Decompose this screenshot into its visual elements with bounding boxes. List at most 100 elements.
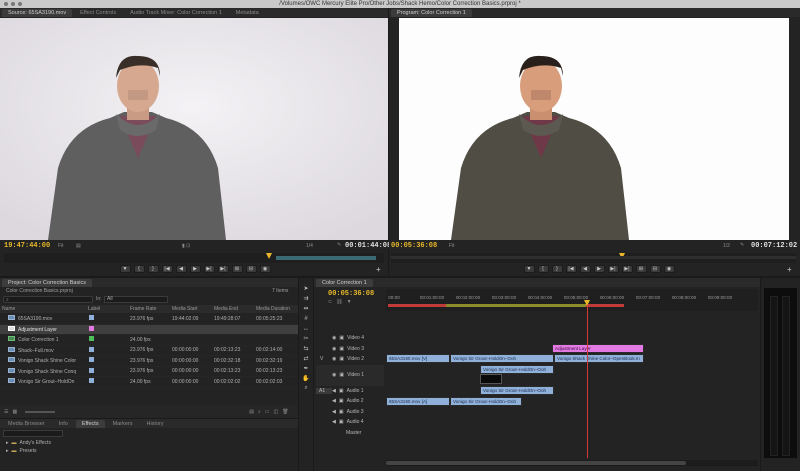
- project-row-2[interactable]: Color Correction 1 24.00 fps: [0, 335, 298, 346]
- col-frame-rate[interactable]: Frame Rate: [128, 306, 170, 312]
- tab-sequence[interactable]: Color Correction 1: [316, 278, 373, 287]
- slip-icon[interactable]: ⇆: [302, 344, 311, 353]
- tab-program[interactable]: Program: Color Correction 1: [391, 8, 472, 17]
- clip-audio[interactable]: 65SA3190.mov [A]: [386, 397, 450, 406]
- label-swatch[interactable]: [89, 315, 94, 321]
- lock-icon[interactable]: ▣: [339, 346, 344, 352]
- clip-audio[interactable]: Vonigo Sir Grout–HoldOn–Ooh: [450, 397, 522, 406]
- slide-icon[interactable]: ⇄: [302, 354, 311, 363]
- label-swatch[interactable]: [89, 378, 94, 384]
- timeline-tracks-area[interactable]: Adjustment Layer 65SA3190.mov [V] Vonigo…: [386, 333, 758, 458]
- pen-icon[interactable]: ✒: [302, 364, 311, 373]
- new-item-icon[interactable]: ◫: [274, 409, 279, 415]
- source-playhead[interactable]: [266, 253, 272, 259]
- insert-icon[interactable]: ⊞: [231, 265, 243, 273]
- timeline-timecode[interactable]: 00:05:36:08: [328, 290, 374, 298]
- find-icon[interactable]: ⌕: [258, 409, 261, 415]
- project-row-0[interactable]: 65SA3190.mov 23.976 fps 19:44:02:09 19:4…: [0, 314, 298, 325]
- tab-project[interactable]: Project: Color Correction Basics: [2, 278, 92, 287]
- lock-icon[interactable]: ▣: [339, 372, 344, 378]
- lock-icon[interactable]: ▣: [339, 388, 344, 394]
- source-scrubber[interactable]: [4, 253, 384, 263]
- source-wrench-icon[interactable]: ✎: [337, 242, 341, 248]
- go-to-in-icon[interactable]: |◀: [565, 265, 577, 273]
- track-header-video2[interactable]: V ◉ ▣ Video 2: [316, 354, 384, 365]
- export-frame-icon[interactable]: ◉: [663, 265, 675, 273]
- hand-icon[interactable]: ✋: [302, 374, 311, 383]
- in-point-icon[interactable]: {: [133, 265, 145, 273]
- track-header-audio3[interactable]: ◀ ▣ Audio 3: [316, 407, 384, 418]
- project-row-3[interactable]: Shack–Full.mov 23.976 fps 00:00:00:00 00…: [0, 346, 298, 356]
- project-row-5[interactable]: Vonigo Shack Shine Conq 23.976 fps 00:00…: [0, 367, 298, 377]
- program-scrubber[interactable]: [391, 253, 796, 263]
- col-label[interactable]: Label: [86, 306, 128, 312]
- track-header-video4[interactable]: ◉ ▣ Video 4: [316, 333, 384, 344]
- program-video-frame[interactable]: [399, 18, 789, 240]
- tab-effects[interactable]: Effects: [75, 419, 105, 428]
- delete-icon[interactable]: 🗑: [282, 409, 288, 415]
- lock-icon[interactable]: ▣: [339, 335, 344, 341]
- label-swatch[interactable]: [89, 346, 94, 352]
- new-bin-icon[interactable]: ▭: [265, 409, 270, 415]
- ripple-edit-icon[interactable]: ⇹: [302, 304, 311, 313]
- label-swatch[interactable]: [89, 357, 94, 363]
- program-resolution[interactable]: 1/2: [723, 243, 730, 249]
- label-swatch[interactable]: [89, 367, 94, 373]
- effects-folder[interactable]: ▸ ▬ Andy's Effects: [0, 439, 298, 447]
- program-add-button-icon[interactable]: +: [787, 265, 792, 274]
- out-point-icon[interactable]: }: [147, 265, 159, 273]
- extract-icon[interactable]: ⊟: [649, 265, 661, 273]
- step-forward-icon[interactable]: ▶|: [607, 265, 619, 273]
- source-resolution[interactable]: 1/4: [306, 243, 313, 249]
- clip-video[interactable]: Vonigo Shack Shine Color–OpenBook.m: [554, 354, 644, 363]
- clip-adjustment-layer[interactable]: Adjustment Layer: [552, 344, 644, 353]
- speaker-icon[interactable]: ◀: [332, 409, 336, 415]
- lock-icon[interactable]: ▣: [339, 419, 344, 425]
- play-icon[interactable]: ▶: [189, 265, 201, 273]
- program-timecode[interactable]: 00:05:36:08: [391, 242, 437, 250]
- selection-icon[interactable]: ➤: [302, 284, 311, 293]
- eye-icon[interactable]: ◉: [332, 372, 336, 378]
- col-name[interactable]: Name: [0, 306, 86, 312]
- project-filter-select[interactable]: All: [104, 296, 168, 303]
- timeline-scrollbar[interactable]: [386, 460, 758, 466]
- track-select-icon[interactable]: ⇉: [302, 294, 311, 303]
- tab-effect-controls[interactable]: Effect Controls: [74, 9, 122, 17]
- speaker-icon[interactable]: ◀: [332, 388, 336, 394]
- col-media-start[interactable]: Media Start: [170, 306, 212, 312]
- source-video-frame[interactable]: [0, 18, 388, 240]
- lock-icon[interactable]: ▣: [339, 409, 344, 415]
- window-controls[interactable]: [4, 2, 22, 6]
- out-point-icon[interactable]: }: [551, 265, 563, 273]
- clip-video[interactable]: 65SA3190.mov [V]: [386, 354, 450, 363]
- track-target-tag[interactable]: V: [316, 356, 332, 362]
- track-header-master[interactable]: Master: [316, 428, 384, 439]
- lift-icon[interactable]: ⊞: [635, 265, 647, 273]
- project-search-input[interactable]: ⌕: [3, 296, 93, 303]
- eye-icon[interactable]: ◉: [332, 346, 336, 352]
- export-frame-icon[interactable]: ◉: [259, 265, 271, 273]
- clip-video[interactable]: Vonigo Sir Grout–HoldOn–Ooh: [450, 354, 554, 363]
- clip-thumbnail[interactable]: [480, 374, 502, 384]
- go-to-out-icon[interactable]: ▶|: [621, 265, 633, 273]
- track-target-tag[interactable]: A1: [316, 387, 332, 394]
- step-back-icon[interactable]: ◀: [175, 265, 187, 273]
- clip-video[interactable]: Vonigo Sir Grout–HoldOn–Ooh: [480, 365, 554, 374]
- effects-folder[interactable]: ▸ ▬ Presets: [0, 447, 298, 455]
- tab-metadata[interactable]: Metadata: [230, 9, 265, 17]
- zoom-slider[interactable]: [25, 411, 56, 413]
- tab-markers[interactable]: Markers: [107, 420, 139, 428]
- tab-audio-mixer[interactable]: Audio Track Mixer: Color Correction 1: [124, 9, 228, 17]
- col-media-duration[interactable]: Media Duration: [254, 306, 298, 312]
- rolling-edit-icon[interactable]: #: [302, 314, 311, 323]
- track-header-video3[interactable]: ◉ ▣ Video 3: [316, 344, 384, 355]
- marker-icon[interactable]: ▼: [119, 265, 131, 273]
- in-point-icon[interactable]: {: [537, 265, 549, 273]
- speaker-icon[interactable]: ◀: [332, 419, 336, 425]
- razor-icon[interactable]: ✂: [302, 334, 311, 343]
- eye-icon[interactable]: ◉: [332, 335, 336, 341]
- project-row-4[interactable]: Vonigo Shack Shine Color 23.976 fps 00:0…: [0, 356, 298, 367]
- automate-icon[interactable]: ▤: [249, 409, 254, 415]
- program-zoom[interactable]: Fit: [449, 243, 455, 249]
- effects-search-input[interactable]: [3, 430, 63, 437]
